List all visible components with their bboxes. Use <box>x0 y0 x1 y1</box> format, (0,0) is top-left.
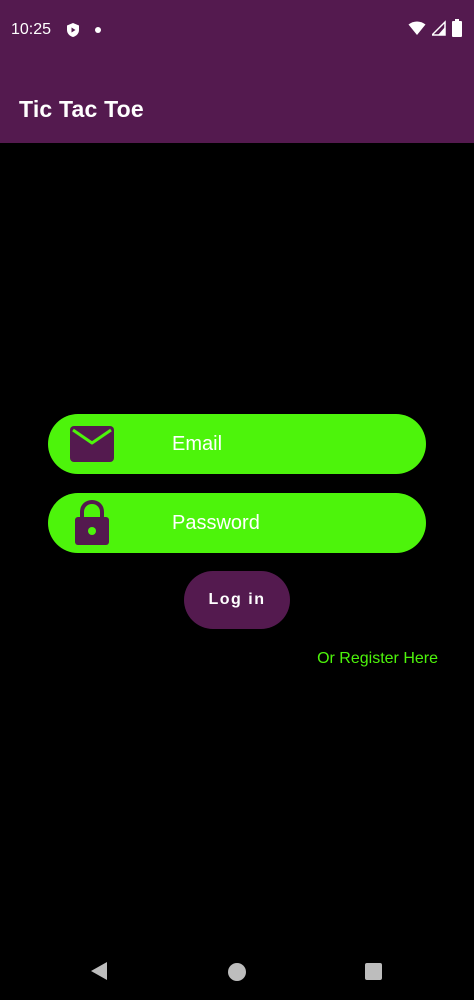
email-field[interactable] <box>48 414 426 474</box>
shield-icon <box>65 22 81 38</box>
wifi-icon <box>408 20 426 41</box>
lock-icon <box>74 500 110 546</box>
signal-icon <box>430 19 446 41</box>
back-icon[interactable] <box>90 961 108 986</box>
status-bar: 10:25 <box>0 0 474 60</box>
register-link[interactable]: Or Register Here <box>317 650 438 668</box>
recents-icon[interactable] <box>365 963 382 980</box>
status-icons <box>408 18 462 42</box>
app-title: Tic Tac Toe <box>19 96 144 122</box>
password-input[interactable] <box>172 503 406 543</box>
top-app-bar: 10:25 Tic Tac Toe <box>0 0 474 143</box>
notification-dot-icon <box>95 27 102 33</box>
login-button[interactable]: Log in <box>184 571 290 629</box>
home-icon[interactable] <box>228 963 246 981</box>
screen: 10:25 Tic Tac Toe Email Log in Or Regist… <box>0 0 474 1000</box>
status-time: 10:25 <box>11 21 52 38</box>
mail-icon <box>70 426 114 462</box>
email-input[interactable] <box>172 424 406 464</box>
password-field[interactable] <box>48 493 426 553</box>
battery-icon <box>452 18 462 42</box>
